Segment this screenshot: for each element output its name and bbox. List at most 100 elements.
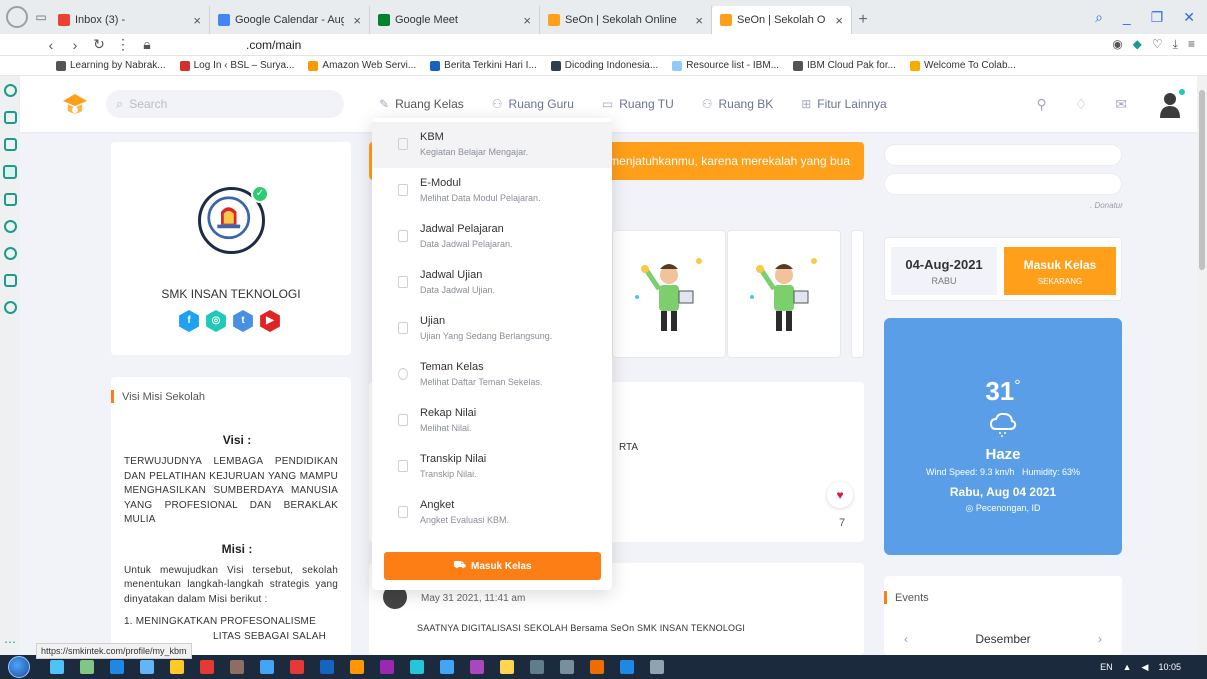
- browser-tab-active[interactable]: SeOn | Sekolah Online ×: [712, 6, 852, 34]
- taskbar-app-icon[interactable]: [410, 660, 424, 674]
- bookmark-item[interactable]: Learning by Nabrak...: [56, 60, 166, 71]
- camera-icon[interactable]: ◉: [1112, 37, 1122, 52]
- taskbar-app-icon[interactable]: [380, 660, 394, 674]
- extensions-icon[interactable]: [3, 274, 17, 287]
- tab-list-icon[interactable]: ▭: [32, 6, 50, 28]
- taskbar-app-icon[interactable]: [650, 660, 664, 674]
- new-tab-button[interactable]: +: [852, 6, 874, 34]
- bag-icon[interactable]: [3, 111, 17, 124]
- taskbar-app-icon[interactable]: [350, 660, 364, 674]
- browser-tab[interactable]: Google Meet ×: [370, 6, 540, 34]
- url-field[interactable]: .com/main: [246, 38, 301, 52]
- illustration-card[interactable]: [851, 230, 864, 358]
- taskbar-app-icon[interactable]: [50, 660, 64, 674]
- masuk-kelas-button[interactable]: ⛟ Masuk Kelas: [384, 552, 601, 580]
- page-scrollbar[interactable]: [1197, 76, 1207, 655]
- bookmark-item[interactable]: IBM Cloud Pak for...: [793, 60, 896, 71]
- settings-icon[interactable]: [3, 301, 17, 314]
- volume-icon[interactable]: ◀: [1142, 662, 1149, 673]
- menu-item-teman-kelas[interactable]: Teman Kelas Melihat Daftar Teman Sekelas.: [372, 352, 612, 398]
- browser-tab[interactable]: Inbox (3) - ×: [50, 6, 210, 34]
- close-icon[interactable]: ×: [523, 13, 531, 28]
- nav-fitur-lainnya[interactable]: ⊞ Fitur Lainnya: [801, 97, 886, 111]
- bell-icon[interactable]: ♢: [1075, 96, 1088, 113]
- bookmark-item[interactable]: Dicoding Indonesia...: [550, 60, 658, 71]
- taskbar-app-icon[interactable]: [260, 660, 274, 674]
- nav-ruang-kelas[interactable]: ✎ Ruang Kelas: [379, 97, 464, 111]
- menu-icon[interactable]: ≡: [1188, 37, 1195, 52]
- scrollbar-thumb[interactable]: [1199, 90, 1205, 270]
- taskbar-app-icon[interactable]: [110, 660, 124, 674]
- close-icon[interactable]: ×: [193, 13, 201, 28]
- masuk-kelas-sekarang-button[interactable]: Masuk Kelas SEKARANG: [1004, 247, 1116, 295]
- nav-ruang-guru[interactable]: ⚇ Ruang Guru: [492, 97, 574, 111]
- taskbar-app-icon[interactable]: [290, 660, 304, 674]
- nav-ruang-bk[interactable]: ⚇ Ruang BK: [702, 97, 773, 111]
- illustration-card[interactable]: [727, 230, 841, 358]
- taskbar-app-icon[interactable]: [320, 660, 334, 674]
- nav-ruang-tu[interactable]: ▭ Ruang TU: [602, 97, 674, 111]
- menu-item-rekap-nilai[interactable]: Rekap Nilai Melihat Nilai.: [372, 398, 612, 444]
- taskbar-app-icon[interactable]: [200, 660, 214, 674]
- close-window-button[interactable]: ✕: [1183, 9, 1195, 26]
- taskbar-app-icon[interactable]: [80, 660, 94, 674]
- menu-item-transkip-nilai[interactable]: Transkip Nilai Transkip Nilai.: [372, 444, 612, 490]
- bookmark-item[interactable]: Berita Terkini Hari I...: [430, 60, 537, 71]
- opera-logo-icon[interactable]: [6, 6, 28, 28]
- download-icon[interactable]: ⤓: [1173, 37, 1178, 52]
- taskbar-app-icon[interactable]: [140, 660, 154, 674]
- illustration-card[interactable]: [612, 230, 726, 358]
- forward-icon[interactable]: ›: [68, 37, 82, 53]
- windows-start-icon[interactable]: [8, 656, 30, 678]
- messenger-icon[interactable]: [3, 138, 17, 151]
- menu-item-e-modul[interactable]: E-Modul Melihat Data Modul Pelajaran.: [372, 168, 612, 214]
- home-icon[interactable]: [3, 165, 17, 179]
- menu-item-angket[interactable]: Angket Angket Evaluasi KBM.: [372, 490, 612, 536]
- history-icon[interactable]: [3, 247, 17, 260]
- network-icon[interactable]: ▲: [1123, 662, 1132, 672]
- bookmark-item[interactable]: Resource list - IBM...: [672, 60, 779, 71]
- like-button[interactable]: ♥: [827, 482, 853, 508]
- close-icon[interactable]: ×: [695, 13, 703, 28]
- taskbar-app-icon[interactable]: [470, 660, 484, 674]
- search-input[interactable]: [129, 97, 330, 111]
- taskbar-app-icon[interactable]: [590, 660, 604, 674]
- more-icon[interactable]: ⋯: [4, 635, 16, 649]
- donatur-label[interactable]: . Donatur: [1090, 201, 1123, 210]
- minimize-button[interactable]: _: [1123, 9, 1131, 25]
- avatar[interactable]: [1155, 89, 1185, 119]
- back-icon[interactable]: ‹: [44, 37, 58, 53]
- search-tabs-icon[interactable]: ⌕: [1095, 9, 1103, 26]
- language-indicator[interactable]: EN: [1100, 662, 1113, 672]
- taskbar-app-icon[interactable]: [560, 660, 574, 674]
- close-icon[interactable]: ×: [835, 13, 843, 28]
- menu-item-jadwal-pelajaran[interactable]: Jadwal Pelajaran Data Jadwal Pelajaran.: [372, 214, 612, 260]
- browser-tab[interactable]: SeOn | Sekolah Online ×: [540, 6, 712, 34]
- instagram-icon[interactable]: ◎: [206, 310, 226, 332]
- menu-item-jadwal-ujian[interactable]: Jadwal Ujian Data Jadwal Ujian.: [372, 260, 612, 306]
- menu-item-kbm[interactable]: KBM Kegiatan Belajar Mengajar.: [372, 122, 612, 168]
- vpn-icon[interactable]: ◆: [1133, 37, 1142, 52]
- taskbar-app-icon[interactable]: [530, 660, 544, 674]
- bookmark-item[interactable]: Welcome To Colab...: [909, 60, 1016, 71]
- user-icon[interactable]: ⚲: [1036, 96, 1046, 113]
- whatsapp-icon[interactable]: [3, 193, 17, 206]
- taskbar-app-icon[interactable]: [170, 660, 184, 674]
- chevron-left-icon[interactable]: ‹: [904, 632, 908, 646]
- seon-logo-icon[interactable]: [60, 89, 90, 119]
- taskbar-app-icon[interactable]: [230, 660, 244, 674]
- menu-item-ujian[interactable]: Ujian Ujian Yang Sedang Berlangsung.: [372, 306, 612, 352]
- taskbar-app-icon[interactable]: [440, 660, 454, 674]
- heart-icon[interactable]: [3, 220, 17, 233]
- bookmark-item[interactable]: Amazon Web Servi...: [308, 60, 416, 71]
- browser-tab[interactable]: Google Calendar - August ×: [210, 6, 370, 34]
- taskbar-app-icon[interactable]: [500, 660, 514, 674]
- speed-dial-icon[interactable]: [3, 84, 17, 97]
- reload-icon[interactable]: ↻: [92, 36, 106, 53]
- taskbar-app-icon[interactable]: [620, 660, 634, 674]
- mail-icon[interactable]: ✉: [1115, 96, 1127, 113]
- chevron-right-icon[interactable]: ›: [1098, 632, 1102, 646]
- clock[interactable]: 10:05: [1158, 662, 1181, 672]
- heart-icon[interactable]: ♡: [1152, 37, 1163, 52]
- restore-button[interactable]: ❐: [1151, 9, 1164, 26]
